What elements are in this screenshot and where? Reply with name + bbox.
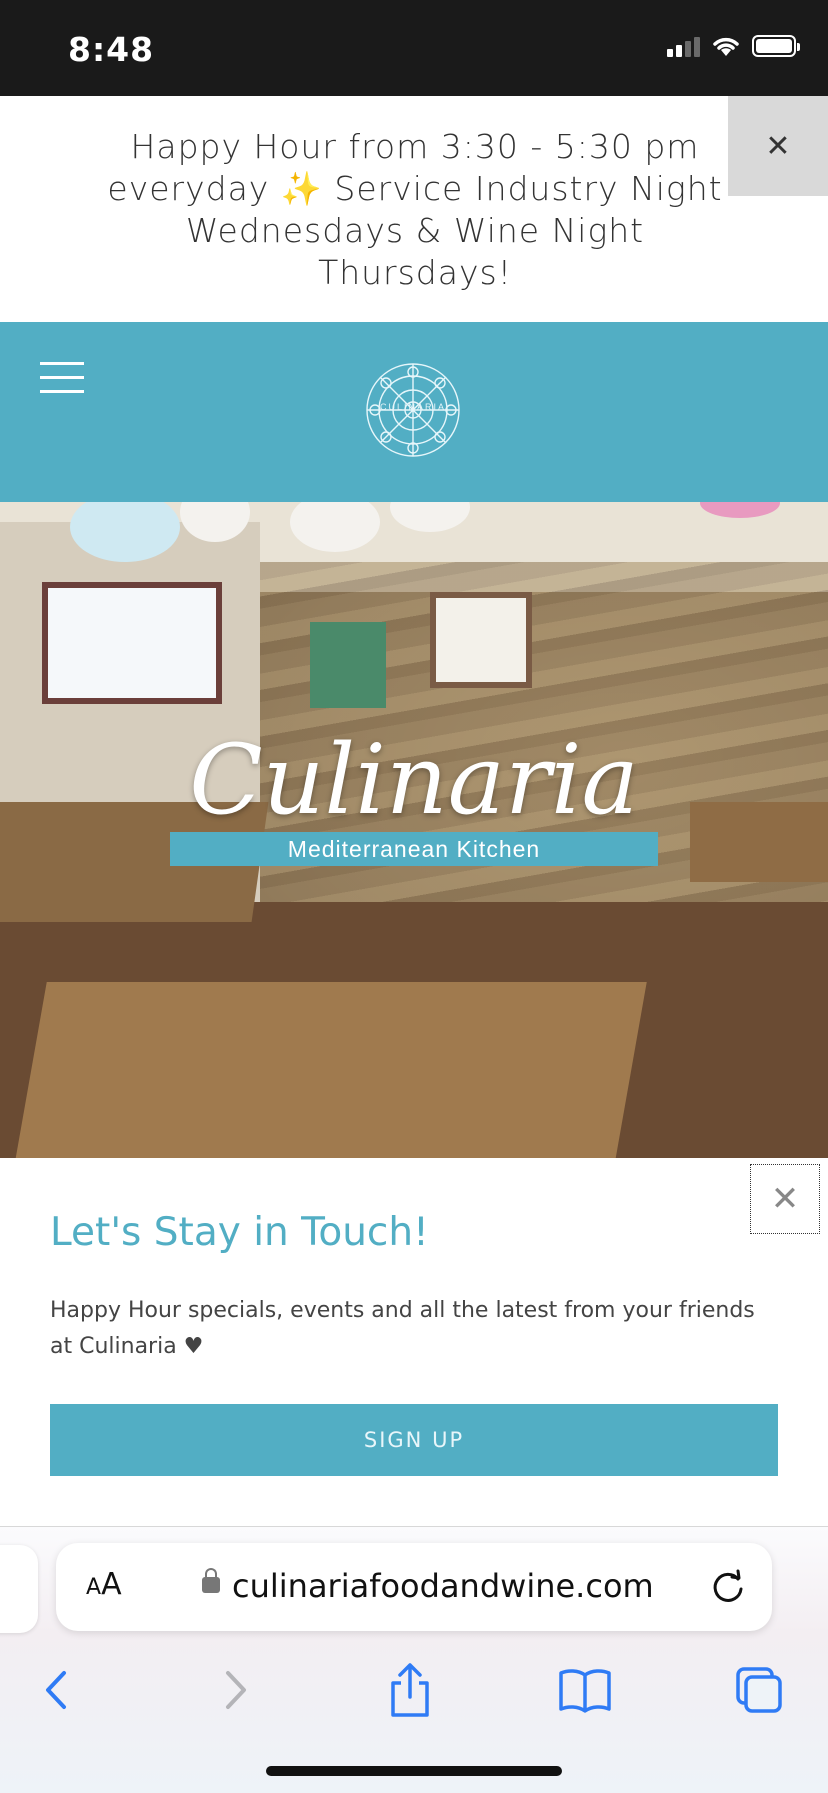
- newsletter-popup: ✕ Let's Stay in Touch! Happy Hour specia…: [0, 1158, 828, 1526]
- hamburger-menu-icon[interactable]: [40, 362, 84, 394]
- butterfly-painting: [310, 622, 386, 708]
- site-header: CULINARIA: [0, 322, 828, 502]
- announcement-close-button[interactable]: ✕: [728, 96, 828, 196]
- wifi-icon: [713, 37, 739, 56]
- logo-text: CULINARIA: [379, 402, 446, 412]
- announcement-bar: Happy Hour from 3:30 - 5:30 pm everyday …: [0, 96, 828, 322]
- hero-logo: Culinaria: [0, 732, 828, 828]
- hero-tagline: Mediterranean Kitchen: [170, 832, 658, 866]
- status-time: 8:48: [68, 30, 155, 69]
- tabs-icon[interactable]: [724, 1655, 794, 1725]
- battery-icon: [752, 35, 800, 57]
- popup-body: Happy Hour specials, events and all the …: [50, 1298, 755, 1359]
- reload-icon[interactable]: [708, 1567, 748, 1607]
- hero-title: Culinaria: [189, 724, 639, 836]
- chevron-left-icon[interactable]: [22, 1655, 92, 1725]
- address-bar[interactable]: AAAA culinariafoodandwine.com: [56, 1543, 772, 1631]
- status-bar: 8:48: [0, 0, 828, 96]
- share-icon[interactable]: [375, 1655, 445, 1725]
- browser-toolbar: [0, 1655, 828, 1725]
- book-icon[interactable]: [550, 1655, 620, 1725]
- text-size-button[interactable]: AAAA: [86, 1567, 122, 1602]
- lock-icon: [202, 1568, 220, 1593]
- chevron-right-icon[interactable]: [200, 1655, 270, 1725]
- hero-image: Culinaria Mediterranean Kitchen: [0, 502, 828, 1158]
- status-icons: [667, 34, 800, 58]
- popup-close-button[interactable]: ✕: [750, 1164, 820, 1234]
- sign-up-button[interactable]: SIGN UP: [50, 1404, 778, 1476]
- cellular-signal-icon: [667, 35, 700, 57]
- restaurant-window: [42, 582, 222, 704]
- dining-table: [13, 982, 647, 1158]
- announcement-text: Happy Hour from 3:30 - 5:30 pm everyday …: [107, 127, 723, 292]
- browser-bottom-bar: AAAA culinariafoodandwine.com: [0, 1526, 828, 1793]
- previous-tab-peek[interactable]: [0, 1545, 38, 1633]
- restaurant-window: [430, 592, 532, 688]
- home-indicator[interactable]: [266, 1766, 562, 1776]
- popup-title: Let's Stay in Touch!: [50, 1210, 429, 1255]
- url-text[interactable]: culinariafoodandwine.com: [232, 1567, 654, 1605]
